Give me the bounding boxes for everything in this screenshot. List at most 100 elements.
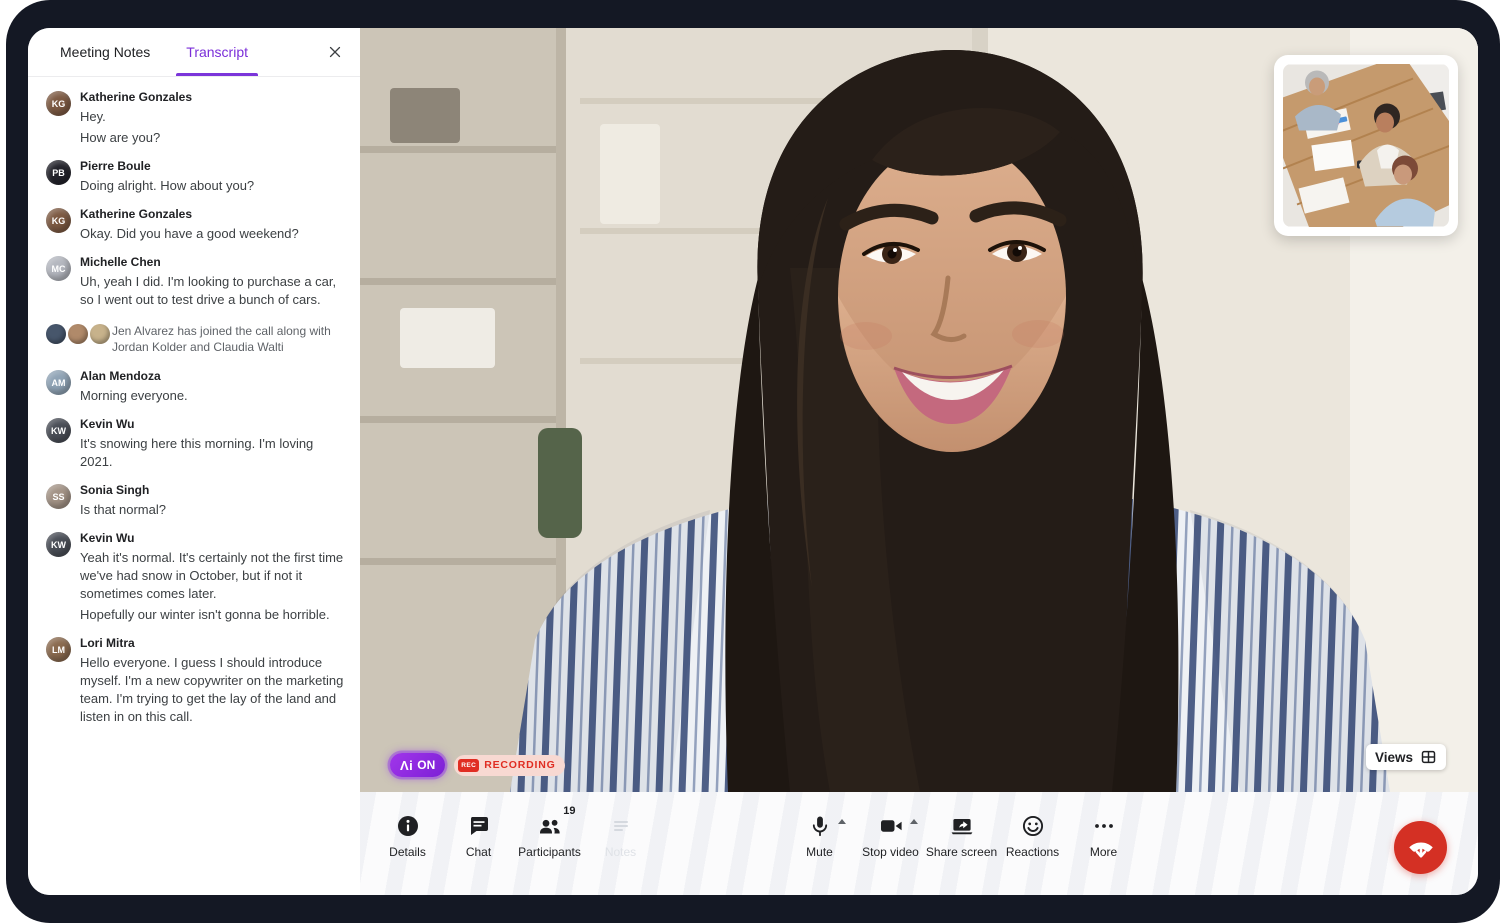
leave-call-button[interactable] <box>1394 821 1447 874</box>
ai-assistant-badge[interactable]: Λi ON <box>390 753 445 777</box>
transcript-list[interactable]: KG Katherine Gonzales Hey. How are you? PB Pi… <box>28 77 360 895</box>
transcript-line: Doing alright. How about you? <box>80 177 346 195</box>
avatar <box>68 324 88 344</box>
avatar: LM <box>46 637 71 662</box>
stop-video-button[interactable]: Stop video <box>855 792 926 895</box>
toolbar-item-label: Stop video <box>862 845 919 859</box>
views-label: Views <box>1375 750 1413 765</box>
transcript-line: Hey. <box>80 108 346 126</box>
participant-count-badge: 19 <box>563 805 575 817</box>
speaker-name: Alan Mendoza <box>80 368 346 385</box>
chevron-up-icon[interactable] <box>910 819 918 824</box>
chat-button[interactable]: Chat <box>443 792 514 895</box>
system-message: Jen Alvarez has joined the call along wi… <box>46 323 346 355</box>
panel-header: Meeting Notes Transcript <box>28 28 360 77</box>
ai-state-label: ON <box>417 758 435 772</box>
transcript-entry: LM Lori Mitra Hello everyone. I guess I sh… <box>46 635 346 726</box>
joined-avatars <box>46 324 112 355</box>
avatar: KG <box>46 208 71 233</box>
toolbar-item-label: Chat <box>466 845 491 859</box>
avatar: KW <box>46 532 71 557</box>
chat-icon <box>467 813 491 839</box>
share-screen-button[interactable]: Share screen <box>926 792 997 895</box>
notes-icon <box>609 813 633 839</box>
app-window: Λi ON REC RECORDING Views Details Chat 19 P… <box>28 28 1478 895</box>
device-frame: Λi ON REC RECORDING Views Details Chat 19 P… <box>6 0 1500 923</box>
toolbar-item-label: Notes <box>605 845 636 859</box>
hang-up-icon <box>1406 831 1436 864</box>
transcript-line: It's snowing here this morning. I'm lovi… <box>80 435 346 471</box>
toolbar-item-label: Reactions <box>1006 845 1059 859</box>
transcript-panel: Meeting Notes Transcript KG Katherine Gonz… <box>28 28 360 895</box>
main-video: Λi ON REC RECORDING Views <box>360 28 1478 792</box>
system-message-text: Jen Alvarez has joined the call along wi… <box>112 323 346 355</box>
recording-label: RECORDING <box>484 759 555 771</box>
avatar: AM <box>46 370 71 395</box>
avatar <box>90 324 110 344</box>
mute-button[interactable]: Mute <box>784 792 855 895</box>
transcript-entry: AM Alan Mendoza Morning everyone. <box>46 368 346 405</box>
close-icon[interactable] <box>322 40 348 66</box>
toolbar-left-group: Details Chat 19 Participants Notes <box>372 792 656 895</box>
camera-icon <box>878 813 904 839</box>
avatar: PB <box>46 160 71 185</box>
transcript-line: Is that normal? <box>80 501 346 519</box>
speaker-name: Katherine Gonzales <box>80 89 346 106</box>
notes-button: Notes <box>585 792 656 895</box>
info-icon <box>396 813 420 839</box>
transcript-line: Hopefully our winter isn't gonna be horr… <box>80 606 346 624</box>
transcript-line: Yeah it's normal. It's certainly not the… <box>80 549 346 603</box>
chevron-up-icon[interactable] <box>838 819 846 824</box>
transcript-entry: PB Pierre Boule Doing alright. How about y… <box>46 158 346 195</box>
speaker-name: Pierre Boule <box>80 158 346 175</box>
avatar: KG <box>46 91 71 116</box>
tab-transcript[interactable]: Transcript <box>182 29 252 76</box>
avatar <box>46 324 66 344</box>
transcript-line: Uh, yeah I did. I'm looking to purchase … <box>80 273 346 309</box>
toolbar-center-group: Mute Stop video Share screen Reactions More <box>784 792 1139 895</box>
grid-view-icon <box>1420 749 1437 765</box>
toolbar-item-label: Mute <box>806 845 833 859</box>
tab-meeting-notes[interactable]: Meeting Notes <box>56 29 154 76</box>
meeting-room-video <box>1283 64 1449 227</box>
speaker-name: Lori Mitra <box>80 635 346 652</box>
pip-thumbnail[interactable] <box>1274 55 1458 236</box>
reactions-button[interactable]: Reactions <box>997 792 1068 895</box>
call-toolbar: Details Chat 19 Participants Notes Mute Stop … <box>360 792 1478 895</box>
transcript-entry: MC Michelle Chen Uh, yeah I did. I'm looki… <box>46 254 346 309</box>
speaker-name: Sonia Singh <box>80 482 346 499</box>
more-icon <box>1092 813 1116 839</box>
share-screen-icon <box>949 813 975 839</box>
transcript-entry: KG Katherine Gonzales Hey. How are you? <box>46 89 346 147</box>
avatar: KW <box>46 418 71 443</box>
avatar: SS <box>46 484 71 509</box>
transcript-line: Okay. Did you have a good weekend? <box>80 225 346 243</box>
ai-logo: Λi <box>400 758 413 773</box>
toolbar-item-label: Details <box>389 845 426 859</box>
reactions-icon <box>1021 813 1045 839</box>
toolbar-item-label: Participants <box>518 845 581 859</box>
panel-tabs: Meeting Notes Transcript <box>56 29 280 76</box>
transcript-entry: KW Kevin Wu It's snowing here this morning… <box>46 416 346 471</box>
transcript-line: Hello everyone. I guess I should introdu… <box>80 654 346 726</box>
transcript-entry: SS Sonia Singh Is that normal? <box>46 482 346 519</box>
transcript-entry: KG Katherine Gonzales Okay. Did you have a… <box>46 206 346 243</box>
details-button[interactable]: Details <box>372 792 443 895</box>
recording-badge: REC RECORDING <box>454 755 564 776</box>
avatar: MC <box>46 256 71 281</box>
toolbar-item-label: More <box>1090 845 1117 859</box>
views-button[interactable]: Views <box>1366 744 1446 770</box>
participants-button[interactable]: 19 Participants <box>514 792 585 895</box>
toolbar-item-label: Share screen <box>926 845 997 859</box>
speaker-name: Kevin Wu <box>80 530 346 547</box>
mic-icon <box>808 813 832 839</box>
video-badges: Λi ON REC RECORDING <box>390 753 565 777</box>
speaker-name: Kevin Wu <box>80 416 346 433</box>
participants-icon: 19 <box>537 813 563 839</box>
speaker-name: Michelle Chen <box>80 254 346 271</box>
more-button[interactable]: More <box>1068 792 1139 895</box>
transcript-line: Morning everyone. <box>80 387 346 405</box>
transcript-entry: KW Kevin Wu Yeah it's normal. It's certain… <box>46 530 346 624</box>
speaker-name: Katherine Gonzales <box>80 206 346 223</box>
transcript-line: How are you? <box>80 129 346 147</box>
